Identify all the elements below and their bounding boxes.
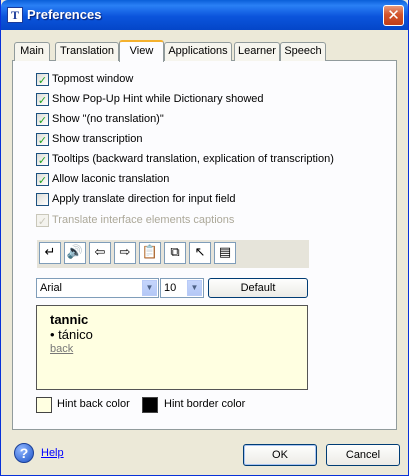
back-button[interactable]: ⇦ xyxy=(89,242,111,264)
preferences-window: T Preferences ✕ Main Translation View Ap… xyxy=(0,0,409,476)
preview-translation: • tánico xyxy=(50,327,93,342)
window-title: Preferences xyxy=(27,7,102,22)
tab-translation[interactable]: Translation xyxy=(55,42,119,61)
default-button[interactable]: Default xyxy=(208,278,308,298)
font-size-value: 10 xyxy=(164,282,177,294)
tab-main[interactable]: Main xyxy=(14,42,50,61)
hint-back-color-swatch[interactable] xyxy=(36,397,52,413)
tab-speech[interactable]: Speech xyxy=(280,42,326,61)
arrow-right-icon: ⇨ xyxy=(119,245,131,260)
chevron-down-icon[interactable]: ▼ xyxy=(187,280,202,296)
option-label: Translate interface elements captions xyxy=(52,214,235,226)
tab-applications[interactable]: Applications xyxy=(164,42,232,61)
checkbox[interactable]: ✓ xyxy=(36,173,49,187)
arrow-left-icon: ⇦ xyxy=(94,245,106,260)
ok-button[interactable]: OK xyxy=(243,444,317,466)
help-icon[interactable]: ? xyxy=(14,443,34,463)
close-icon: ✕ xyxy=(387,6,400,24)
speak-button[interactable]: 🔊 xyxy=(64,242,86,264)
app-icon: T xyxy=(7,7,23,23)
preview-back-link: back xyxy=(50,343,74,355)
cursor-icon: ↖ xyxy=(194,245,206,260)
dictionary-icon: ▤ xyxy=(218,245,232,260)
cancel-button[interactable]: Cancel xyxy=(326,444,400,466)
font-size-select[interactable]: 10 ▼ xyxy=(160,278,204,298)
pointer-button[interactable]: ↖ xyxy=(189,242,211,264)
checkbox[interactable]: ✓ xyxy=(36,113,49,127)
font-family-select[interactable]: Arial ▼ xyxy=(36,278,159,298)
close-button[interactable]: ✕ xyxy=(383,5,404,26)
option-label: Apply translate direction for input fiel… xyxy=(52,193,236,205)
forward-button[interactable]: ⇨ xyxy=(114,242,136,264)
checkbox[interactable] xyxy=(36,193,49,206)
option-label: Show Pop-Up Hint while Dictionary showed xyxy=(52,93,264,105)
preview-word: tannic xyxy=(50,312,89,327)
hint-border-color-label: Hint border color xyxy=(164,398,246,410)
speaker-icon: 🔊 xyxy=(66,245,84,260)
title-bar[interactable]: T Preferences ✕ xyxy=(1,0,408,30)
checkbox[interactable]: ✓ xyxy=(36,93,49,107)
option-label: Show transcription xyxy=(52,133,143,145)
copy-button[interactable]: ⧉ xyxy=(164,242,186,264)
tab-learner[interactable]: Learner xyxy=(234,42,280,61)
hint-toolbar: ↵ 🔊 ⇦ ⇨ 📋 ⧉ ↖ ▤ xyxy=(37,240,309,268)
checkbox[interactable]: ✓ xyxy=(36,153,49,167)
option-label: Topmost window xyxy=(52,73,134,85)
checkbox: ✓ xyxy=(36,214,49,228)
dictionary-button[interactable]: ▤ xyxy=(214,242,236,264)
checkbox[interactable]: ✓ xyxy=(36,133,49,147)
option-label: Show "(no translation)" xyxy=(52,113,164,125)
chevron-down-icon[interactable]: ▼ xyxy=(142,280,157,296)
hint-border-color-swatch[interactable] xyxy=(142,397,158,413)
enter-icon: ↵ xyxy=(44,245,56,260)
hint-back-color-label: Hint back color xyxy=(57,398,130,410)
enter-button[interactable]: ↵ xyxy=(39,242,61,264)
paste-button[interactable]: 📋 xyxy=(139,242,161,264)
tab-view[interactable]: View xyxy=(119,40,164,62)
font-family-value: Arial xyxy=(40,282,63,294)
option-label: Allow laconic translation xyxy=(52,173,170,185)
paste-icon: 📋 xyxy=(141,245,159,260)
hint-preview: tannic • tánico back xyxy=(36,305,308,390)
checkbox[interactable]: ✓ xyxy=(36,73,49,87)
help-link[interactable]: Help xyxy=(41,447,64,459)
copy-icon: ⧉ xyxy=(170,245,180,260)
option-label: Tooltips (backward translation, explicat… xyxy=(52,153,334,165)
